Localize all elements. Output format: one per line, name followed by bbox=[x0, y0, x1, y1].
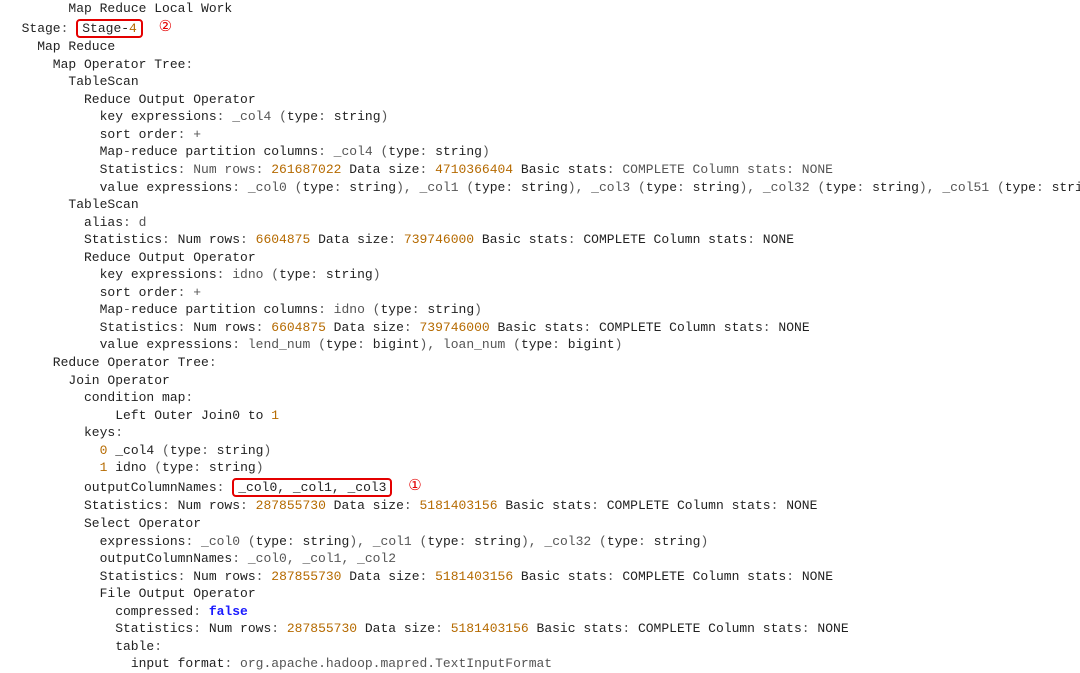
text-line: key expressions: idno (type: string) bbox=[6, 266, 1080, 284]
annotation-label-1: ① bbox=[408, 476, 421, 496]
text-line: 0 _col4 (type: string) bbox=[6, 442, 1080, 460]
text-line: expressions: _col0 (type: string), _col1… bbox=[6, 533, 1080, 551]
text-line: Statistics: Num rows: 6604875 Data size:… bbox=[6, 319, 1080, 337]
colon: : bbox=[61, 21, 69, 36]
stage-label: Stage bbox=[22, 21, 61, 36]
text-line: TableScan bbox=[6, 73, 1080, 91]
text-line: Reduce Output Operator bbox=[6, 249, 1080, 267]
text-line: Map Reduce Local Work bbox=[6, 0, 1080, 18]
text-line: Join Operator bbox=[6, 372, 1080, 390]
text-line: outputColumnNames: _col0, _col1, _col2 bbox=[6, 550, 1080, 568]
text-line: Map Reduce bbox=[6, 38, 1080, 56]
query-plan-output: Map Reduce Local Work Stage: Stage-4 ② M… bbox=[0, 0, 1080, 673]
text-line: sort order: + bbox=[6, 284, 1080, 302]
text-line: Left Outer Join0 to 1 bbox=[6, 407, 1080, 425]
text-line: TableScan bbox=[6, 196, 1080, 214]
text-line: table: bbox=[6, 638, 1080, 656]
text-line: keys: bbox=[6, 424, 1080, 442]
text-line: Reduce Operator Tree: bbox=[6, 354, 1080, 372]
highlight-output-columns: _col0, _col1, _col3 bbox=[232, 478, 392, 498]
text-line: Statistics: Num rows: 6604875 Data size:… bbox=[6, 231, 1080, 249]
text-line: Reduce Output Operator bbox=[6, 91, 1080, 109]
highlight-stage-4: Stage-4 bbox=[76, 19, 143, 39]
text-line: Statistics: Num rows: 261687022 Data siz… bbox=[6, 161, 1080, 179]
highlight-num: 4 bbox=[129, 21, 137, 36]
text-line: sort order: + bbox=[6, 126, 1080, 144]
text-line: value expressions: _col0 (type: string),… bbox=[6, 179, 1080, 197]
text-line: Statistics: Num rows: 287855730 Data siz… bbox=[6, 568, 1080, 586]
colon: : bbox=[217, 480, 225, 495]
text-line: 1 idno (type: string) bbox=[6, 459, 1080, 477]
text-line: Map Operator Tree: bbox=[6, 56, 1080, 74]
text-line: condition map: bbox=[6, 389, 1080, 407]
text-line: File Output Operator bbox=[6, 585, 1080, 603]
highlight-text: Stage- bbox=[82, 21, 129, 36]
text-line: Statistics: Num rows: 287855730 Data siz… bbox=[6, 620, 1080, 638]
text-line: key expressions: _col4 (type: string) bbox=[6, 108, 1080, 126]
text-line: value expressions: lend_num (type: bigin… bbox=[6, 336, 1080, 354]
text-line: alias: d bbox=[6, 214, 1080, 232]
text-line: Map-reduce partition columns: idno (type… bbox=[6, 301, 1080, 319]
annotation-label-2: ② bbox=[159, 17, 172, 37]
text-line: Statistics: Num rows: 287855730 Data siz… bbox=[6, 497, 1080, 515]
text-line: compressed: false bbox=[6, 603, 1080, 621]
output-cols-line: outputColumnNames: _col0, _col1, _col3 ① bbox=[6, 477, 1080, 498]
text-line: Map-reduce partition columns: _col4 (typ… bbox=[6, 143, 1080, 161]
text-line: Select Operator bbox=[6, 515, 1080, 533]
text-line: input format: org.apache.hadoop.mapred.T… bbox=[6, 655, 1080, 673]
label: outputColumnNames bbox=[84, 480, 217, 495]
stage-line: Stage: Stage-4 ② bbox=[6, 18, 1080, 39]
